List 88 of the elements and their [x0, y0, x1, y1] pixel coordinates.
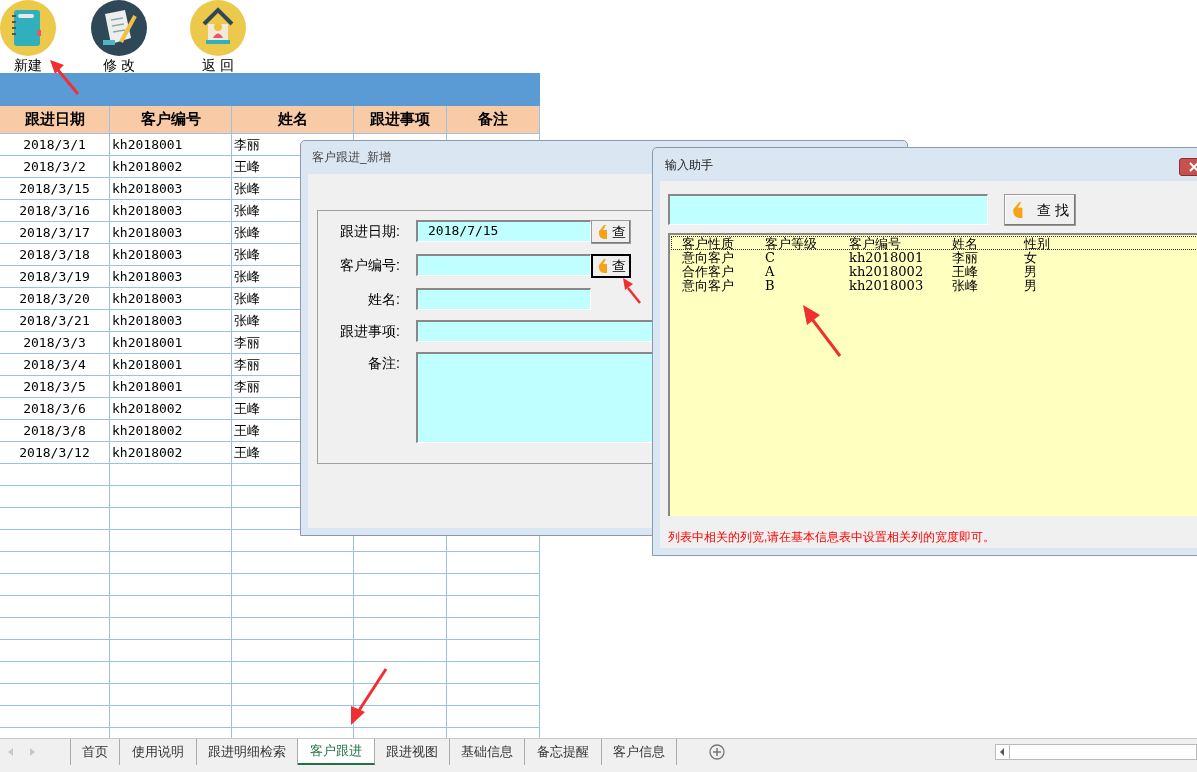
table-cell: kh2018001: [110, 354, 232, 375]
list-item: 王峰: [952, 265, 978, 279]
list-item: kh2018001: [849, 251, 924, 265]
list-item: 意向客户: [682, 279, 734, 293]
list-item: 合作客户: [682, 265, 734, 279]
close-icon: [1189, 162, 1197, 172]
list-header: 客户等级: [765, 237, 817, 251]
table-cell: kh2018001: [110, 332, 232, 353]
table-cell: 2018/3/12: [0, 442, 110, 463]
list-item: B: [765, 279, 775, 293]
sheet-tab[interactable]: 使用说明: [120, 739, 197, 765]
notebook-icon: [0, 0, 56, 56]
toolbar-button[interactable]: 修 改: [91, 0, 147, 73]
list-item: 张峰: [952, 279, 978, 293]
add-sheet-icon[interactable]: [709, 744, 725, 760]
arrow-drawing: [622, 278, 642, 304]
list-item: 李丽: [952, 251, 978, 265]
table-cell: 2018/3/17: [0, 222, 110, 243]
table-cell: 2018/3/1: [0, 134, 110, 155]
column-header: 跟进日期: [0, 106, 110, 133]
table-cell: kh2018003: [110, 288, 232, 309]
list-item: kh2018003: [849, 279, 924, 293]
table-cell: kh2018003: [110, 244, 232, 265]
table-cell: 2018/3/4: [0, 354, 110, 375]
list-item: 意向客户: [682, 251, 734, 265]
sheet-tab[interactable]: 客户跟进: [298, 739, 375, 765]
arrow-drawing: [50, 58, 80, 96]
table-cell: 2018/3/18: [0, 244, 110, 265]
search-button[interactable]: 查 找: [1004, 194, 1076, 226]
house-icon: [190, 0, 246, 56]
list-item: 男: [1024, 265, 1037, 279]
list-header: 客户性质: [682, 237, 734, 251]
list-header: 客户编号: [849, 237, 901, 251]
table-cell: kh2018001: [110, 376, 232, 397]
input-field[interactable]: 2018/7/15: [416, 220, 591, 242]
list-item: A: [765, 265, 775, 279]
scroll-icon: [91, 0, 147, 56]
table-cell: kh2018003: [110, 178, 232, 199]
table-cell: 2018/3/3: [0, 332, 110, 353]
input-field[interactable]: [416, 254, 591, 276]
sheet-tab[interactable]: 客户信息: [602, 739, 677, 765]
lookup-button[interactable]: 查: [591, 254, 631, 278]
table-cell: kh2018003: [110, 266, 232, 287]
sheet-tab[interactable]: 基础信息: [450, 739, 525, 765]
table-cell: kh2018002: [110, 398, 232, 419]
list-box[interactable]: 客户性质 客户等级 客户编号 姓名 性别 意向客户 C kh2018001 李丽 女 合作客户 A kh2018002 王峰 男 意向客户 B kh2018003 张峰 男: [668, 233, 1197, 516]
table-cell: kh2018002: [110, 420, 232, 441]
list-item: 女: [1024, 251, 1037, 265]
table-cell: kh2018002: [110, 442, 232, 463]
list-item: C: [765, 251, 775, 265]
sheet-tab[interactable]: 备忘提醒: [525, 739, 602, 765]
list-item: 男: [1024, 279, 1037, 293]
table-cell: 2018/3/6: [0, 398, 110, 419]
toolbar-button[interactable]: 新建: [0, 0, 56, 73]
table-cell: 2018/3/15: [0, 178, 110, 199]
table-cell: 2018/3/2: [0, 156, 110, 177]
table-cell: kh2018002: [110, 156, 232, 177]
arrow-drawing: [348, 668, 388, 726]
column-header: 跟进事项: [354, 106, 447, 133]
table-cell: 2018/3/19: [0, 266, 110, 287]
column-header: 客户编号: [110, 106, 232, 133]
list-header: 性别: [1024, 237, 1050, 251]
list-header: 姓名: [952, 237, 978, 251]
search-field[interactable]: [668, 194, 988, 225]
horizontal-scrollbar[interactable]: [995, 744, 1197, 760]
list-item: kh2018002: [849, 265, 924, 279]
column-header: 备注: [447, 106, 540, 133]
table-cell: 2018/3/5: [0, 376, 110, 397]
table-cell: 2018/3/20: [0, 288, 110, 309]
column-header: 姓名: [232, 106, 354, 133]
toolbar-button[interactable]: 返 回: [190, 0, 246, 73]
window-title: 输入助手: [665, 156, 713, 174]
arrow-drawing: [802, 305, 842, 357]
table-cell: kh2018003: [110, 200, 232, 221]
table-cell: 2018/3/21: [0, 310, 110, 331]
table-cell: kh2018003: [110, 310, 232, 331]
field-label: 备注:: [367, 354, 400, 373]
input-field[interactable]: [416, 288, 591, 310]
hint-text: 列表中相关的列宽,请在基本信息表中设置相关列的宽度即可。: [668, 529, 996, 546]
lookup-button[interactable]: 查: [591, 220, 631, 244]
sheet-tab[interactable]: 首页: [71, 739, 120, 765]
table-cell: kh2018001: [110, 134, 232, 155]
table-cell: 2018/3/8: [0, 420, 110, 441]
table-cell: kh2018003: [110, 222, 232, 243]
field-label: 姓名:: [367, 290, 400, 309]
table-cell: 2018/3/16: [0, 200, 110, 221]
scroll-left-icon[interactable]: [1000, 748, 1005, 756]
sheet-tab[interactable]: 跟进视图: [375, 739, 450, 765]
